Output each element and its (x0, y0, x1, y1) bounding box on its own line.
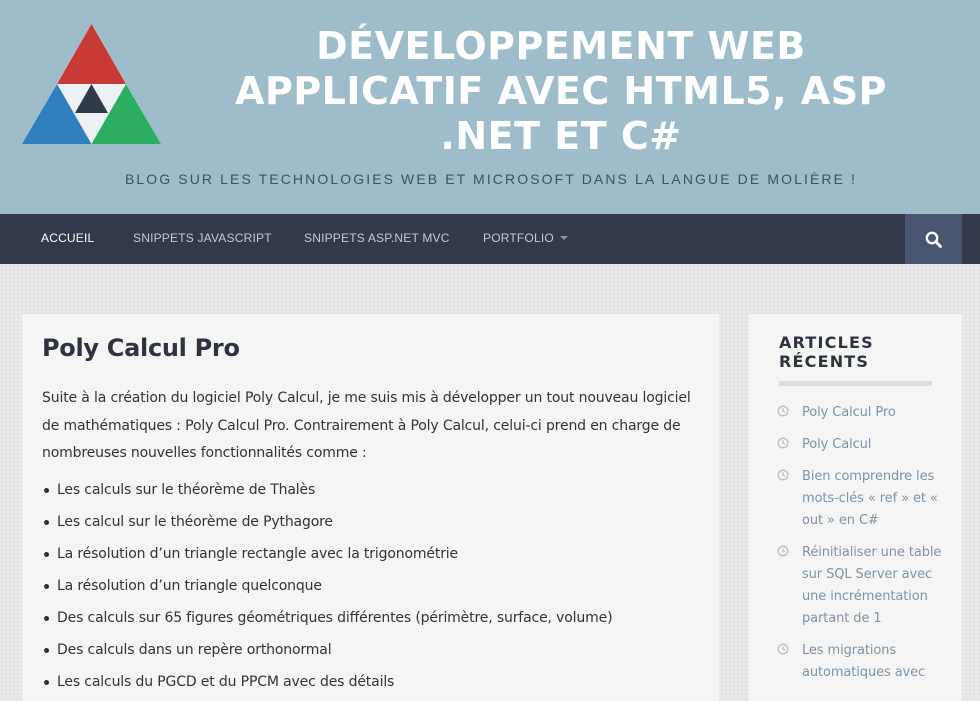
site-title[interactable]: DÉVELOPPEMENT WEB APPLICATIF AVEC HTML5,… (190, 24, 932, 159)
feature-list: Les calculs sur le théorème de Thalès Le… (42, 480, 613, 701)
list-item: La résolution d’un triangle quelconque (42, 576, 612, 608)
site-header: DÉVELOPPEMENT WEB APPLICATIF AVEC HTML5,… (0, 0, 980, 214)
list-item: Poly Calcul Pro (777, 402, 947, 424)
recent-post-link[interactable]: Réinitialiser une table sur SQL Server a… (802, 542, 947, 630)
list-item: Réinitialiser une table sur SQL Server a… (777, 542, 947, 630)
list-item: Des calculs dans un repère orthonormal (42, 640, 612, 672)
list-item: Les calculs sur le théorème de Thalès (42, 480, 612, 512)
search-icon (925, 231, 942, 248)
post-intro: Suite à la création du logiciel Poly Cal… (42, 390, 691, 461)
recent-posts-list: Poly Calcul Pro Poly Calcul Bien compren… (777, 402, 947, 694)
main-nav: ACCUEIL SNIPPETS JAVASCRIPT SNIPPETS ASP… (0, 214, 980, 264)
list-item: Des calculs sur 65 figures géométriques … (42, 608, 613, 640)
clock-icon (777, 405, 789, 417)
list-item: Les calcul sur le théorème de Pythagore (42, 512, 612, 544)
clock-icon (777, 643, 789, 655)
sidebar: ARTICLES RÉCENTS Poly Calcul Pro Poly Ca… (749, 314, 962, 701)
widget-title: ARTICLES RÉCENTS (779, 333, 874, 371)
post-title[interactable]: Poly Calcul Pro (42, 334, 240, 362)
search-button[interactable] (905, 214, 962, 264)
widget-divider (779, 381, 932, 386)
site-description: BLOG SUR LES TECHNOLOGIES WEB ET MICROSO… (124, 171, 858, 187)
recent-post-link[interactable]: Poly Calcul Pro (802, 402, 947, 424)
nav-item-portfolio-label: PORTFOLIO (483, 231, 554, 245)
nav-item-snippets-javascript[interactable]: SNIPPETS JAVASCRIPT (133, 231, 272, 245)
recent-post-link[interactable]: Bien comprendre les mots-clés « ref » et… (802, 466, 947, 532)
recent-post-link[interactable]: Les migrations automatiques avec (802, 640, 947, 684)
clock-icon (777, 437, 789, 449)
list-item: Les migrations automatiques avec (777, 640, 947, 684)
nav-item-portfolio[interactable]: PORTFOLIO (483, 231, 568, 245)
chevron-down-icon (559, 236, 568, 240)
recent-post-link[interactable]: Poly Calcul (802, 434, 947, 456)
list-item: Poly Calcul (777, 434, 947, 456)
site-logo[interactable] (22, 24, 161, 144)
post-article: Poly Calcul Pro Suite à la création du l… (22, 314, 719, 701)
nav-item-accueil[interactable]: ACCUEIL (41, 231, 94, 245)
list-item: Les calculs du PGCD et du PPCM avec des … (42, 672, 612, 701)
nav-item-snippets-aspnet-mvc[interactable]: SNIPPETS ASP.NET MVC (304, 231, 450, 245)
list-item: Bien comprendre les mots-clés « ref » et… (777, 466, 947, 532)
clock-icon (777, 545, 789, 557)
clock-icon (777, 469, 789, 481)
list-item: La résolution d’un triangle rectangle av… (42, 544, 612, 576)
